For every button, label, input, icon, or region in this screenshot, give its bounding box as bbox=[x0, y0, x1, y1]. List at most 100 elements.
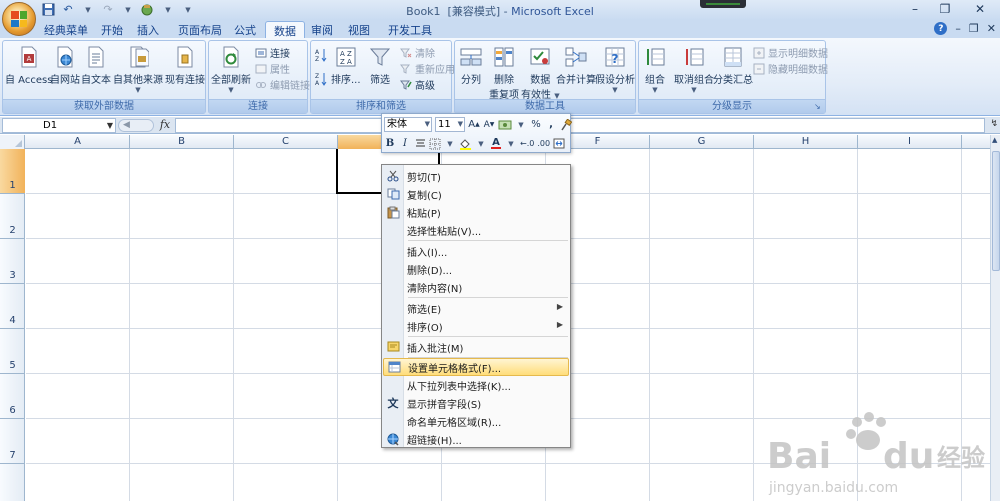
row-header[interactable]: 5 bbox=[0, 329, 25, 374]
group-button[interactable]: 组合 ▼ bbox=[644, 45, 666, 94]
fill-color-dropdown-icon[interactable]: ▼ bbox=[475, 136, 487, 151]
column-header[interactable]: G bbox=[650, 135, 754, 149]
menu-item-define-name[interactable]: 命名单元格区域(R)... bbox=[383, 412, 569, 430]
decrease-decimal-icon[interactable]: .00 bbox=[537, 136, 550, 151]
tab-formulas[interactable]: 公式 bbox=[226, 21, 264, 38]
row-header[interactable]: 7 bbox=[0, 419, 25, 464]
font-name-dropdown[interactable]: 宋体 ▼ bbox=[384, 117, 432, 132]
increase-decimal-icon[interactable]: ←.0 bbox=[520, 136, 534, 151]
borders-dropdown-icon[interactable]: ▼ bbox=[444, 136, 456, 151]
column-header[interactable]: B bbox=[130, 135, 234, 149]
undo-icon[interactable]: ↶ bbox=[60, 2, 76, 17]
italic-button[interactable]: I bbox=[399, 136, 411, 151]
customize-qat-icon[interactable]: ▼ bbox=[180, 2, 196, 17]
edit-links-button[interactable]: 编辑链接 bbox=[254, 77, 310, 92]
font-color-icon[interactable]: A bbox=[490, 136, 502, 151]
undo-dropdown-icon[interactable]: ▼ bbox=[80, 2, 96, 17]
format-painter-icon[interactable] bbox=[560, 117, 572, 132]
menu-item-delete[interactable]: 删除(D)... bbox=[383, 260, 569, 278]
help-icon[interactable]: ? bbox=[934, 22, 948, 35]
show-detail-button[interactable]: 显示明细数据 bbox=[752, 45, 828, 60]
select-all-corner[interactable] bbox=[0, 135, 25, 149]
column-header[interactable]: C bbox=[234, 135, 338, 149]
doc-restore-icon[interactable]: ❐ bbox=[969, 22, 979, 35]
menu-item-insert[interactable]: 插入(I)... bbox=[383, 242, 569, 260]
font-color-dropdown-icon[interactable]: ▼ bbox=[505, 136, 517, 151]
advanced-filter-button[interactable]: 高级 bbox=[399, 77, 435, 92]
decrease-font-icon[interactable]: A ▼ bbox=[483, 117, 495, 132]
from-web-button[interactable]: 自网站 bbox=[50, 45, 80, 86]
from-text-button[interactable]: 自文本 bbox=[81, 45, 111, 86]
close-button[interactable]: ✕ bbox=[960, 0, 1000, 18]
ungroup-button[interactable]: 取消组合 ▼ bbox=[674, 45, 714, 94]
expand-formula-bar-icon[interactable]: ↯ bbox=[990, 119, 998, 129]
column-header[interactable]: I bbox=[858, 135, 962, 149]
font-size-dropdown[interactable]: 11 ▼ bbox=[435, 117, 465, 132]
tab-view[interactable]: 视图 bbox=[340, 21, 378, 38]
outline-dialog-launcher-icon[interactable]: ↘ bbox=[814, 102, 823, 111]
currency-format-icon[interactable] bbox=[498, 117, 512, 132]
filter-button[interactable]: 筛选 bbox=[369, 45, 391, 86]
tab-classic-menu[interactable]: 经典菜单 bbox=[36, 21, 96, 38]
row-header-selected[interactable]: 1 bbox=[0, 149, 25, 194]
menu-item-filter[interactable]: 筛选(E) ▶ bbox=[383, 299, 569, 317]
connections-button[interactable]: 连接 bbox=[254, 45, 290, 60]
scroll-up-icon[interactable]: ▲ bbox=[992, 136, 997, 144]
vertical-scrollbar[interactable]: ▲ bbox=[990, 135, 1000, 501]
tab-review[interactable]: 审阅 bbox=[303, 21, 341, 38]
increase-font-icon[interactable]: A ▲ bbox=[468, 117, 480, 132]
doc-minimize-icon[interactable]: – bbox=[955, 22, 961, 35]
column-header[interactable]: A bbox=[26, 135, 130, 149]
from-access-button[interactable]: A 自 Access bbox=[5, 45, 52, 86]
comma-style-button[interactable]: , bbox=[545, 117, 557, 132]
what-if-analysis-button[interactable]: ? 假设分析 ▼ bbox=[595, 45, 635, 94]
currency-dropdown-icon[interactable]: ▼ bbox=[515, 117, 527, 132]
menu-item-paste-special[interactable]: 选择性粘贴(V)... bbox=[383, 221, 569, 239]
custom-macro-icon[interactable] bbox=[140, 2, 156, 17]
name-box[interactable]: D1 ▼ bbox=[2, 118, 116, 133]
hide-detail-button[interactable]: 隐藏明细数据 bbox=[752, 61, 828, 76]
redo-icon[interactable]: ↷ bbox=[100, 2, 116, 17]
refresh-all-button[interactable]: 全部刷新 ▼ bbox=[211, 45, 251, 94]
consolidate-button[interactable]: 合并计算 bbox=[556, 45, 596, 86]
menu-item-show-phonetic[interactable]: 文 显示拼音字段(S) bbox=[383, 394, 569, 412]
qat-dropdown-icon[interactable]: ▼ bbox=[160, 2, 176, 17]
remove-duplicates-button[interactable]: 删除 重复项 bbox=[489, 45, 519, 101]
menu-item-insert-comment[interactable]: 插入批注(M) bbox=[383, 338, 569, 356]
tab-page-layout[interactable]: 页面布局 bbox=[170, 21, 230, 38]
name-box-dropdown-icon[interactable]: ▼ bbox=[107, 119, 113, 132]
sort-button[interactable]: AZZA 排序... bbox=[331, 45, 361, 86]
tab-developer[interactable]: 开发工具 bbox=[380, 21, 440, 38]
formula-cancel-icon[interactable]: ◀ bbox=[118, 119, 154, 132]
subtotal-button[interactable]: 分类汇总 bbox=[713, 45, 753, 86]
office-button[interactable] bbox=[2, 2, 36, 36]
percent-style-button[interactable]: % bbox=[530, 117, 542, 132]
sort-descending-button[interactable]: ZA bbox=[314, 71, 331, 87]
insert-function-button[interactable]: fx bbox=[157, 118, 173, 133]
properties-button[interactable]: 属性 bbox=[254, 61, 290, 76]
menu-item-format-cells[interactable]: 设置单元格格式(F)... bbox=[383, 358, 569, 376]
sort-ascending-button[interactable]: AZ bbox=[314, 47, 331, 63]
row-header[interactable]: 3 bbox=[0, 239, 25, 284]
tab-home[interactable]: 开始 bbox=[93, 21, 131, 38]
clear-filter-button[interactable]: 清除 bbox=[399, 45, 435, 60]
menu-item-sort[interactable]: 排序(O) ▶ bbox=[383, 317, 569, 335]
data-validation-button[interactable]: 数据 有效性 ▼ bbox=[521, 45, 560, 101]
menu-item-copy[interactable]: 复制(C) bbox=[383, 185, 569, 203]
merge-center-icon[interactable] bbox=[553, 136, 565, 151]
from-other-sources-button[interactable]: 自其他来源 ▼ bbox=[113, 45, 163, 94]
row-header[interactable]: 6 bbox=[0, 374, 25, 419]
menu-item-clear-contents[interactable]: 清除内容(N) bbox=[383, 278, 569, 296]
borders-icon[interactable] bbox=[429, 136, 441, 151]
menu-item-paste[interactable]: 粘贴(P) bbox=[383, 203, 569, 221]
menu-item-cut[interactable]: 剪切(T) bbox=[383, 167, 569, 185]
bold-button[interactable]: B bbox=[384, 136, 396, 151]
menu-item-pick-from-list[interactable]: 从下拉列表中选择(K)... bbox=[383, 376, 569, 394]
existing-connections-button[interactable]: 现有连接 bbox=[165, 45, 205, 86]
menu-item-hyperlink[interactable]: 超链接(H)... bbox=[383, 430, 569, 448]
doc-close-icon[interactable]: ✕ bbox=[987, 22, 996, 35]
column-header[interactable]: H bbox=[754, 135, 858, 149]
fill-color-icon[interactable] bbox=[459, 136, 472, 151]
row-header[interactable]: 4 bbox=[0, 284, 25, 329]
center-align-icon[interactable] bbox=[414, 136, 426, 151]
